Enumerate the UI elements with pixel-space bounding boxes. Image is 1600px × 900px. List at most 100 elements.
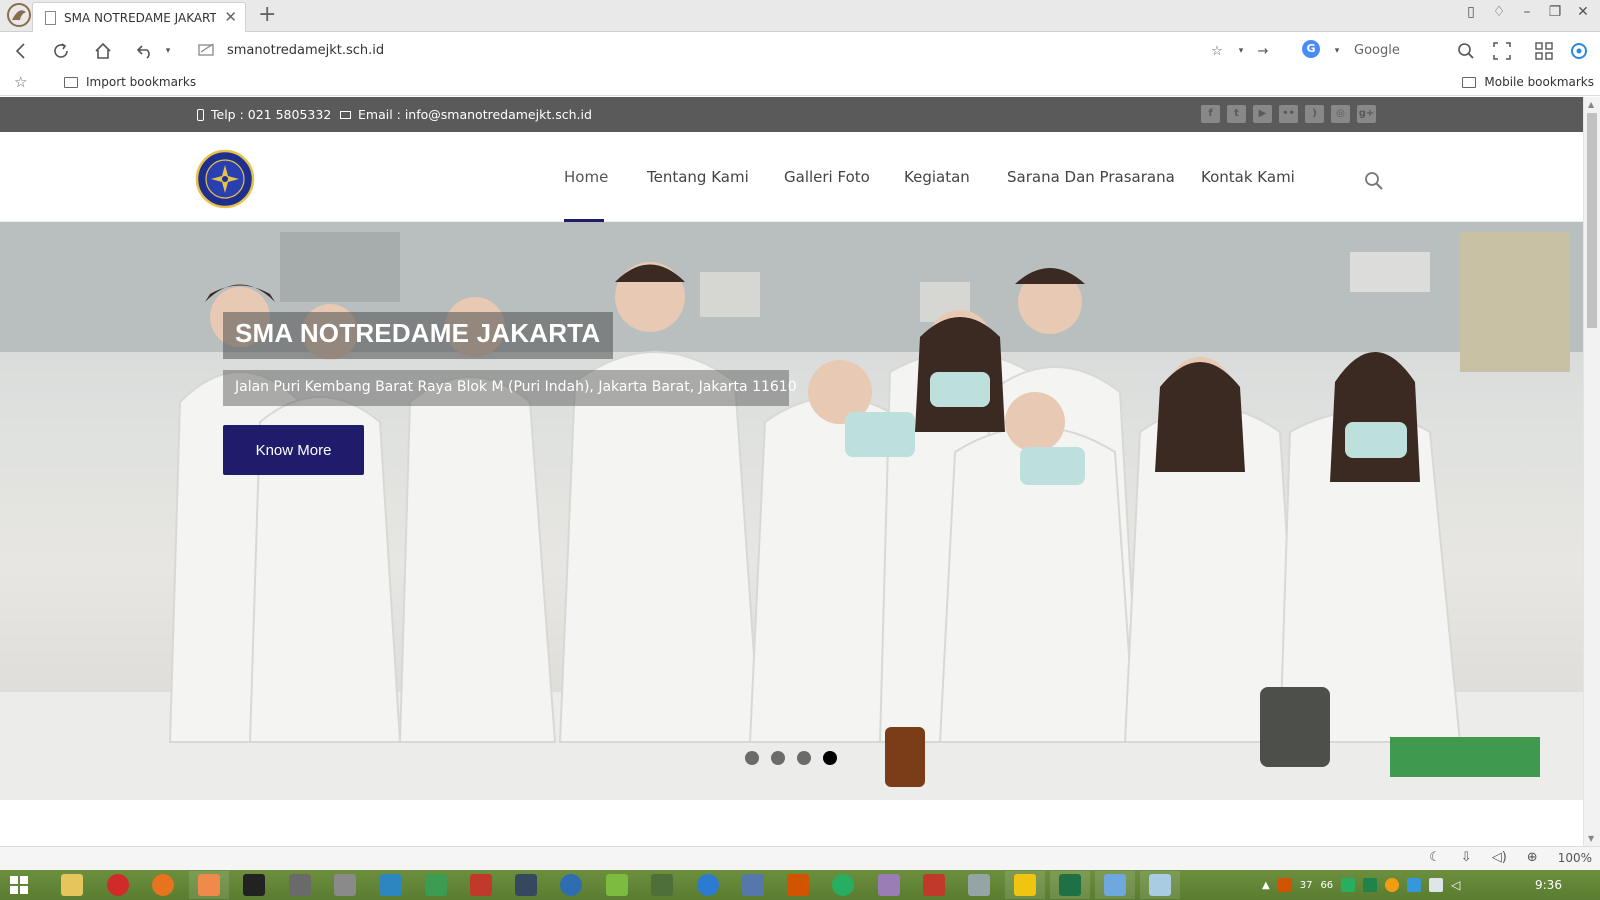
- slide-dot-3[interactable]: [797, 751, 811, 765]
- zoom-level[interactable]: 100%: [1558, 851, 1592, 865]
- google-plus-icon[interactable]: g+: [1357, 105, 1376, 123]
- back-icon[interactable]: [10, 40, 32, 62]
- twitter-icon[interactable]: t: [1227, 105, 1246, 123]
- folder-task-icon[interactable]: [1014, 874, 1036, 896]
- opera-icon[interactable]: [107, 874, 129, 896]
- account-icon[interactable]: [1568, 40, 1590, 62]
- app-orange-icon[interactable]: [787, 874, 809, 896]
- app-red-icon[interactable]: [923, 874, 945, 896]
- youtube-icon[interactable]: ▶: [1253, 105, 1272, 123]
- calculator-icon[interactable]: [289, 874, 311, 896]
- close-tab-icon[interactable]: ✕: [224, 10, 237, 25]
- skin-icon[interactable]: ♢: [1492, 4, 1506, 20]
- apps-grid-icon[interactable]: [1533, 40, 1555, 62]
- undo-dropdown-icon[interactable]: ▾: [157, 40, 179, 62]
- restore-icon[interactable]: ❐: [1548, 4, 1562, 20]
- nav-kegiatan[interactable]: Kegiatan: [904, 168, 970, 186]
- tray-badge-1[interactable]: 37: [1300, 880, 1313, 891]
- app-olive-icon[interactable]: [651, 874, 673, 896]
- browser-logo-icon[interactable]: [6, 2, 32, 28]
- windows-start-icon[interactable]: [10, 876, 28, 894]
- excel-icon[interactable]: [1059, 874, 1081, 896]
- go-arrow-icon[interactable]: →: [1252, 40, 1274, 62]
- slide-dot-4[interactable]: [823, 751, 837, 765]
- zoom-icon[interactable]: ⊕: [1527, 850, 1538, 865]
- cmd-icon[interactable]: [243, 874, 265, 896]
- app-blue-icon[interactable]: [380, 874, 402, 896]
- globe-app-icon[interactable]: [560, 874, 582, 896]
- screenshot-icon[interactable]: [1491, 40, 1513, 62]
- app-lime-icon[interactable]: [606, 874, 628, 896]
- bookmark-star-icon[interactable]: ☆: [1206, 40, 1228, 62]
- app-circle-icon[interactable]: [697, 874, 719, 896]
- site-search-icon[interactable]: [1364, 171, 1384, 191]
- app-green-icon[interactable]: [425, 874, 447, 896]
- search-icon[interactable]: [1455, 40, 1477, 62]
- address-bar[interactable]: smanotredamejkt.sch.id: [227, 43, 384, 58]
- app-grey-icon[interactable]: [968, 874, 990, 896]
- page-scrollbar[interactable]: ▲ ▼: [1583, 97, 1600, 846]
- monitor-app-icon[interactable]: [1104, 874, 1126, 896]
- import-icon: [64, 76, 78, 88]
- taskbar-clock[interactable]: 9:36: [1535, 878, 1562, 892]
- flickr-icon[interactable]: ••: [1279, 105, 1298, 123]
- tray-app-icon-1[interactable]: [1277, 878, 1292, 892]
- search-engine-dropdown-icon[interactable]: ▾: [1326, 40, 1348, 62]
- rss-icon[interactable]: ): [1305, 105, 1324, 123]
- slide-dot-1[interactable]: [745, 751, 759, 765]
- reload-icon[interactable]: [50, 40, 72, 62]
- school-logo[interactable]: [195, 149, 255, 209]
- app-purple-icon[interactable]: [878, 874, 900, 896]
- tray-app-icon-2[interactable]: [1341, 878, 1356, 892]
- file-explorer-icon[interactable]: [61, 874, 83, 896]
- active-tab[interactable]: SMA NOTREDAME JAKARTA | ✕: [32, 2, 246, 32]
- download-icon[interactable]: ⇩: [1461, 850, 1472, 865]
- email-text[interactable]: Email : info@smanotredamejkt.sch.id: [358, 107, 592, 122]
- volume-icon[interactable]: ◁): [1492, 850, 1507, 865]
- tray-app-icon-4[interactable]: [1385, 878, 1400, 892]
- tray-app-icon-3[interactable]: [1363, 878, 1378, 892]
- notepad-icon[interactable]: [1149, 874, 1171, 896]
- app-round-green-icon[interactable]: [832, 874, 854, 896]
- facebook-icon[interactable]: f: [1201, 105, 1220, 123]
- nav-kontak-kami[interactable]: Kontak Kami: [1201, 168, 1295, 186]
- browser-tab-bar: SMA NOTREDAME JAKARTA | ✕ + ▯ ♢ – ❐ ✕: [0, 0, 1600, 32]
- minimize-icon[interactable]: –: [1520, 4, 1534, 20]
- nav-tentang-kami[interactable]: Tentang Kami: [647, 168, 749, 186]
- know-more-button[interactable]: Know More: [223, 425, 364, 475]
- nav-home[interactable]: Home: [564, 168, 608, 186]
- undo-icon[interactable]: [134, 40, 156, 62]
- search-field[interactable]: Google: [1354, 43, 1400, 58]
- close-window-icon[interactable]: ✕: [1576, 4, 1590, 20]
- instagram-icon[interactable]: ◎: [1331, 105, 1350, 123]
- email-contact[interactable]: Email : info@smanotredamejkt.sch.id: [340, 107, 592, 122]
- firefox-icon[interactable]: [152, 874, 174, 896]
- search-engine-icon[interactable]: G: [1302, 40, 1320, 58]
- scroll-down-icon[interactable]: ▼: [1588, 834, 1594, 843]
- network-icon[interactable]: [1429, 878, 1444, 892]
- tray-expand-icon[interactable]: ▲: [1262, 880, 1270, 891]
- tray-badge-2[interactable]: 66: [1320, 880, 1333, 891]
- remote-desktop-icon[interactable]: [742, 874, 764, 896]
- google-drive-icon[interactable]: [1407, 878, 1422, 892]
- scroll-thumb[interactable]: [1587, 113, 1597, 328]
- bookmarks-star-icon[interactable]: ☆: [14, 73, 27, 91]
- address-dropdown-icon[interactable]: ▾: [1230, 40, 1252, 62]
- night-mode-icon[interactable]: ☾: [1429, 850, 1441, 865]
- network-tool-icon[interactable]: [334, 874, 356, 896]
- browser-task-icon[interactable]: [198, 874, 220, 896]
- virtualbox-icon[interactable]: [515, 874, 537, 896]
- nav-galleri-foto[interactable]: Galleri Foto: [784, 168, 870, 186]
- mobile-bookmarks-link[interactable]: Mobile bookmarks: [1462, 75, 1594, 89]
- nav-sarana-dan-prasarana[interactable]: Sarana Dan Prasarana: [1007, 168, 1175, 186]
- site-security-icon[interactable]: [198, 42, 216, 56]
- new-tab-icon[interactable]: +: [258, 3, 276, 27]
- import-bookmarks-link[interactable]: Import bookmarks: [64, 75, 196, 89]
- slide-dot-2[interactable]: [771, 751, 785, 765]
- home-icon[interactable]: [92, 40, 114, 62]
- filezilla-icon[interactable]: [470, 874, 492, 896]
- scroll-up-icon[interactable]: ▲: [1588, 100, 1594, 109]
- windows-taskbar: ▲ 37 66 ◁ 9:36: [0, 870, 1600, 900]
- sidebar-toggle-icon[interactable]: ▯: [1464, 4, 1478, 20]
- tray-volume-icon[interactable]: ◁: [1451, 878, 1460, 892]
